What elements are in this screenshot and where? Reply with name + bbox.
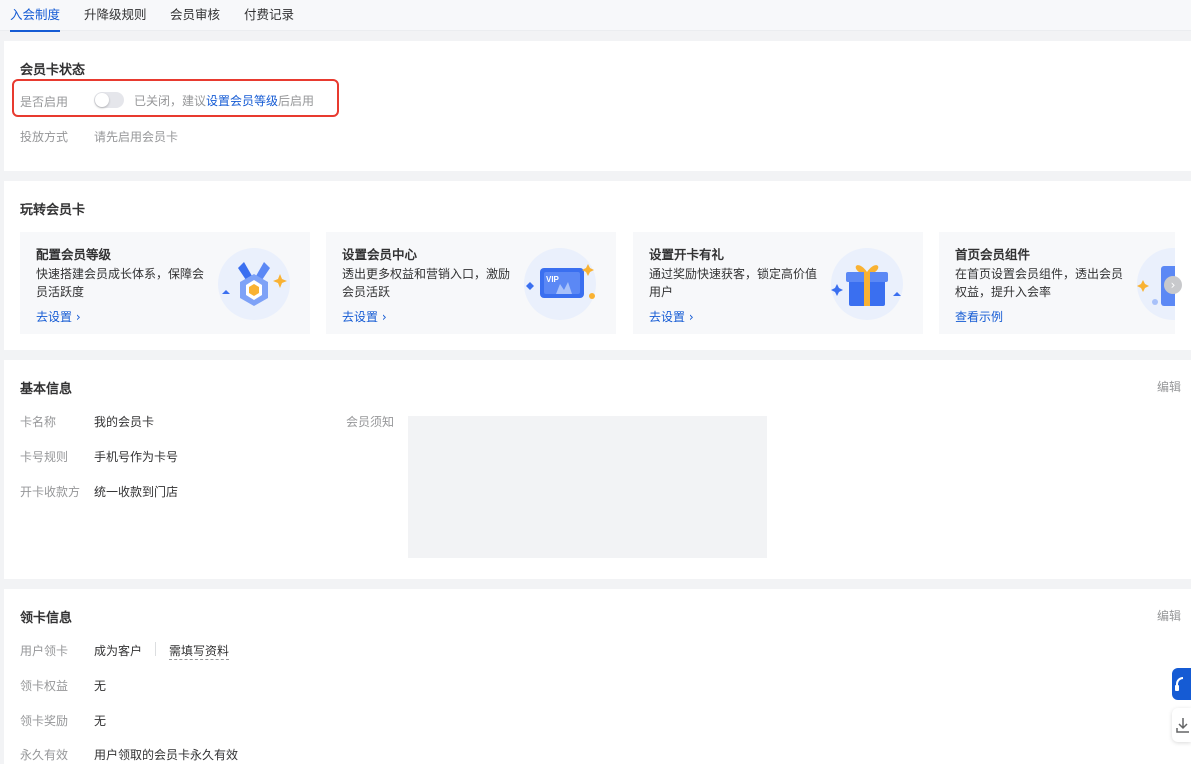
notice-label: 会员须知 [346, 415, 395, 429]
basic-info-section: 基本信息 编辑 卡名称 我的会员卡 卡号规则 手机号作为卡号 开卡收款方 统一收… [4, 360, 1191, 579]
set-level-link[interactable]: 设置会员等级 [206, 94, 278, 108]
card-status-section: 会员卡状态 是否启用 已关闭，建议设置会员等级后启用 投放方式 请先启用会员卡 [4, 41, 1191, 171]
tab-membership-system[interactable]: 入会制度 [10, 0, 61, 32]
download-button[interactable] [1172, 708, 1191, 742]
customer-service-button[interactable] [1172, 668, 1191, 700]
feature-card-gift[interactable]: 设置开卡有礼 通过奖励快速获客，锁定高价值用户 去设置 › [633, 232, 923, 334]
claim-reward-value: 无 [94, 714, 107, 728]
carousel-next-button[interactable]: › [1164, 276, 1182, 294]
enable-label: 是否启用 [20, 95, 69, 109]
feature-card-level[interactable]: 配置会员等级 快速搭建会员成长体系，保障会员活跃度 去设置 › [20, 232, 310, 334]
feature-link[interactable]: 去设置 › [342, 308, 387, 325]
feature-desc: 在首页设置会员组件，透出会员权益，提升入会率 [955, 267, 1124, 299]
edit-button[interactable]: 编辑 [1157, 378, 1181, 395]
delivery-value: 请先启用会员卡 [94, 130, 179, 144]
enable-hint: 已关闭，建议设置会员等级后启用 [134, 92, 314, 109]
card-name-value: 我的会员卡 [94, 415, 155, 429]
tab-member-review[interactable]: 会员审核 [170, 0, 220, 31]
tab-bar: 入会制度 升降级规则 会员审核 付费记录 [0, 0, 1191, 32]
vip-card-icon: VIP [524, 248, 596, 320]
section-title: 玩转会员卡 [20, 203, 86, 218]
payee-value: 统一收款到门店 [94, 485, 179, 499]
vip-badge-text: VIP [546, 275, 560, 284]
card-name-label: 卡名称 [20, 415, 57, 429]
tab-payment-records[interactable]: 付费记录 [244, 0, 294, 31]
hint-suffix: 后启用 [278, 94, 315, 108]
hint-prefix: 已关闭，建议 [134, 94, 207, 108]
claim-rights-value: 无 [94, 679, 107, 693]
card-rule-label: 卡号规则 [20, 450, 69, 464]
claim-info-section: 领卡信息 编辑 用户领卡 成为客户 需填写资料 领卡权益 无 领卡奖励 无 永久… [4, 589, 1191, 764]
feature-card-center[interactable]: 设置会员中心 透出更多权益和营销入口，激励会员活跃 去设置 › VIP [326, 232, 616, 334]
feature-title: 首页会员组件 [955, 247, 1031, 262]
feature-desc: 通过奖励快速获客，锁定高价值用户 [649, 267, 818, 299]
tab-upgrade-rules[interactable]: 升降级规则 [84, 0, 147, 31]
validity-value: 用户领取的会员卡永久有效 [94, 748, 239, 762]
validity-label: 永久有效 [20, 748, 69, 762]
divider [155, 642, 156, 656]
feature-desc: 透出更多权益和营销入口，激励会员活跃 [342, 267, 511, 299]
feature-card-component[interactable]: 首页会员组件 在首页设置会员组件，透出会员权益，提升入会率 查看示例 [939, 232, 1175, 334]
claim-reward-label: 领卡奖励 [20, 714, 69, 728]
feature-title: 设置开卡有礼 [649, 247, 725, 262]
section-title: 会员卡状态 [20, 63, 86, 78]
toggle-knob [95, 93, 109, 107]
feature-link[interactable]: 查看示例 [955, 308, 1003, 325]
feature-link[interactable]: 去设置 › [649, 308, 694, 325]
enable-toggle[interactable] [94, 92, 124, 108]
claim-rights-label: 领卡权益 [20, 679, 69, 693]
user-claim-extra: 需填写资料 [169, 644, 230, 660]
gift-icon [831, 248, 903, 320]
feature-title: 配置会员等级 [36, 247, 112, 262]
section-title: 领卡信息 [20, 611, 73, 626]
headset-icon [1175, 677, 1184, 691]
feature-title: 设置会员中心 [342, 247, 418, 262]
delivery-label: 投放方式 [20, 130, 69, 144]
notice-content-box [408, 416, 767, 558]
payee-label: 开卡收款方 [20, 485, 81, 499]
download-icon [1176, 718, 1189, 733]
medal-icon [218, 248, 290, 320]
feature-link[interactable]: 去设置 › [36, 308, 81, 325]
edit-button[interactable]: 编辑 [1157, 607, 1181, 624]
play-card-section: 玩转会员卡 配置会员等级 快速搭建会员成长体系，保障会员活跃度 去设置 › 设置… [4, 181, 1191, 350]
feature-desc: 快速搭建会员成长体系，保障会员活跃度 [36, 267, 205, 299]
card-rule-value: 手机号作为卡号 [94, 450, 179, 464]
section-title: 基本信息 [20, 382, 73, 397]
user-claim-value: 成为客户 [94, 644, 143, 658]
user-claim-label: 用户领卡 [20, 644, 69, 658]
